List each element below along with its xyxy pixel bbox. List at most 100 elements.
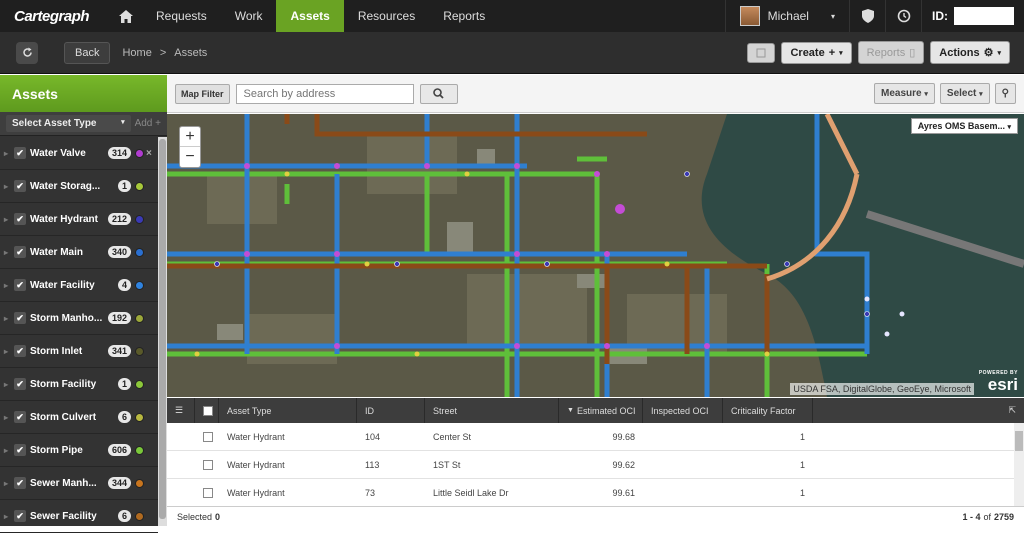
asset-color-swatch[interactable]: [135, 181, 144, 191]
asset-visibility-checkbox[interactable]: ✔: [14, 312, 26, 324]
column-chooser-icon[interactable]: ☰: [167, 398, 195, 423]
asset-visibility-checkbox[interactable]: ✔: [14, 477, 26, 489]
table-row[interactable]: Water Hydrant 104 Center St 99.68 1: [167, 423, 1024, 451]
nav-assets[interactable]: Assets: [276, 0, 344, 32]
add-asset-type-button[interactable]: Add +: [135, 118, 161, 129]
column-id[interactable]: ID: [357, 398, 425, 423]
asset-type-item[interactable]: ▸ ✔ Storm Manho... 192: [0, 302, 158, 335]
asset-visibility-checkbox[interactable]: ✔: [14, 510, 26, 522]
asset-type-item[interactable]: ▸ ✔ Storm Pipe 606: [0, 434, 158, 467]
column-street[interactable]: Street: [425, 398, 559, 423]
shield-icon[interactable]: [849, 0, 885, 32]
asset-visibility-checkbox[interactable]: ✔: [14, 411, 26, 423]
nav-requests[interactable]: Requests: [142, 0, 221, 32]
asset-color-swatch[interactable]: [135, 346, 144, 356]
select-asset-type-dropdown[interactable]: Select Asset Type ▾: [6, 115, 131, 132]
column-asset-type[interactable]: Asset Type: [219, 398, 357, 423]
row-checkbox[interactable]: [195, 487, 219, 498]
nav-work[interactable]: Work: [221, 0, 277, 32]
expand-icon[interactable]: ▸: [4, 281, 10, 290]
asset-type-item[interactable]: ▸ ✔ Water Main 340: [0, 236, 158, 269]
actions-button[interactable]: Actions ⚙ ▾: [930, 41, 1010, 64]
pop-out-icon[interactable]: ⇱: [1008, 405, 1016, 416]
breadcrumb-home[interactable]: Home: [122, 47, 151, 59]
expand-icon[interactable]: ▸: [4, 149, 10, 158]
expand-icon[interactable]: ▸: [4, 347, 10, 356]
user-menu[interactable]: Michael ▾: [724, 0, 849, 32]
create-button[interactable]: Create + ▾: [781, 41, 852, 64]
id-input[interactable]: [954, 7, 1014, 25]
refresh-button[interactable]: [16, 41, 38, 64]
asset-type-item[interactable]: ▸ ✔ Water Valve 314 ×: [0, 137, 158, 170]
asset-visibility-checkbox[interactable]: ✔: [14, 345, 26, 357]
column-criticality-factor[interactable]: Criticality Factor: [723, 398, 813, 423]
asset-type-item[interactable]: ▸ ✔ Sewer Facility 6: [0, 500, 158, 533]
asset-color-swatch[interactable]: [135, 280, 144, 290]
asset-color-swatch[interactable]: [135, 412, 144, 422]
grid-scrollbar[interactable]: [1014, 423, 1024, 506]
expand-icon[interactable]: ▸: [4, 446, 10, 455]
asset-color-swatch[interactable]: [135, 148, 144, 158]
expand-icon[interactable]: ▸: [4, 380, 10, 389]
asset-type-item[interactable]: ▸ ✔ Storm Culvert 6: [0, 401, 158, 434]
asset-visibility-checkbox[interactable]: ✔: [14, 378, 26, 390]
asset-color-swatch[interactable]: [135, 445, 144, 455]
asset-visibility-checkbox[interactable]: ✔: [14, 213, 26, 225]
asset-type-item[interactable]: ▸ ✔ Water Facility 4: [0, 269, 158, 302]
asset-color-swatch[interactable]: [135, 214, 144, 224]
row-checkbox[interactable]: [195, 431, 219, 442]
select-dropdown[interactable]: Select ▾: [939, 83, 990, 104]
asset-count-badge: 341: [107, 345, 131, 357]
select-all-checkbox[interactable]: [195, 398, 219, 423]
cell-id: 73: [365, 487, 376, 498]
map-filter-button[interactable]: Map Filter: [175, 83, 230, 104]
asset-color-swatch[interactable]: [135, 511, 144, 521]
expand-icon[interactable]: ▸: [4, 314, 10, 323]
chevron-down-icon: ▾: [1007, 124, 1011, 131]
zoom-out-button[interactable]: −: [180, 147, 200, 167]
expand-icon[interactable]: ▸: [4, 479, 10, 488]
expand-icon[interactable]: ▸: [4, 512, 10, 521]
asset-type-item[interactable]: ▸ ✔ Water Hydrant 212: [0, 203, 158, 236]
asset-type-item[interactable]: ▸ ✔ Sewer Manh... 344: [0, 467, 158, 500]
asset-color-swatch[interactable]: [135, 379, 144, 389]
nav-resources[interactable]: Resources: [344, 0, 429, 32]
edit-button[interactable]: [747, 42, 776, 63]
nav-reports[interactable]: Reports: [429, 0, 499, 32]
zoom-in-button[interactable]: +: [180, 127, 200, 147]
expand-icon[interactable]: ▸: [4, 182, 10, 191]
expand-icon[interactable]: ▸: [4, 215, 10, 224]
asset-color-swatch[interactable]: [135, 478, 144, 488]
column-estimated-oci[interactable]: ▼ Estimated OCI: [559, 398, 643, 423]
sidebar-scrollbar[interactable]: [158, 137, 167, 526]
table-row[interactable]: Water Hydrant 73 Little Seidl Lake Dr 99.61…: [167, 479, 1024, 507]
asset-visibility-checkbox[interactable]: ✔: [14, 279, 26, 291]
asset-color-swatch[interactable]: [135, 247, 144, 257]
asset-color-swatch[interactable]: [135, 313, 144, 323]
search-button[interactable]: [419, 83, 458, 104]
measure-dropdown[interactable]: Measure ▾: [874, 83, 935, 104]
asset-visibility-checkbox[interactable]: ✔: [14, 444, 26, 456]
row-checkbox[interactable]: [195, 459, 219, 470]
asset-visibility-checkbox[interactable]: ✔: [14, 246, 26, 258]
table-row[interactable]: Water Hydrant 113 1ST St 99.62 1: [167, 451, 1024, 479]
asset-visibility-checkbox[interactable]: ✔: [14, 147, 26, 159]
close-icon[interactable]: ×: [146, 148, 152, 159]
expand-icon[interactable]: ▸: [4, 248, 10, 257]
asset-type-item[interactable]: ▸ ✔ Water Storag... 1: [0, 170, 158, 203]
locate-button[interactable]: ⚲: [994, 83, 1016, 104]
asset-type-item[interactable]: ▸ ✔ Storm Inlet 341: [0, 335, 158, 368]
cartegraph-logo[interactable]: Cartegraph: [0, 0, 110, 32]
asset-visibility-checkbox[interactable]: ✔: [14, 180, 26, 192]
reports-button[interactable]: Reports ▯: [857, 41, 925, 64]
map-view[interactable]: + − Ayres OMS Basem... ▾ USDA FSA, Digit…: [167, 114, 1024, 397]
home-icon[interactable]: [110, 0, 142, 32]
expand-icon[interactable]: ▸: [4, 413, 10, 422]
map-canvas[interactable]: [167, 114, 1024, 397]
basemap-dropdown[interactable]: Ayres OMS Basem... ▾: [910, 118, 1018, 134]
asset-type-item[interactable]: ▸ ✔ Storm Facility 1: [0, 368, 158, 401]
address-search-input[interactable]: [235, 83, 414, 104]
back-button[interactable]: Back: [64, 41, 111, 64]
history-icon[interactable]: [885, 0, 921, 32]
column-inspected-oci[interactable]: Inspected OCI: [643, 398, 723, 423]
